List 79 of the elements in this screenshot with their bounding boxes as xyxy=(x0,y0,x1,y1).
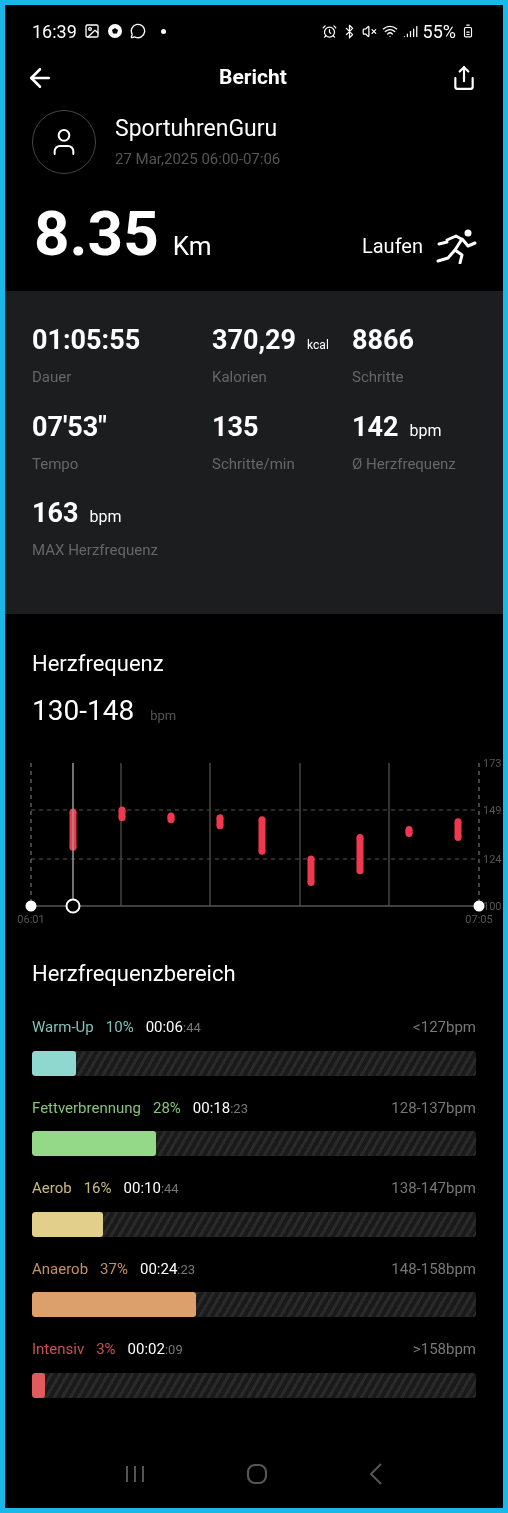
distance-unit: Km xyxy=(172,230,212,263)
mute-icon xyxy=(361,23,377,39)
range-bar xyxy=(118,810,126,818)
zone-name: Anaerob xyxy=(32,1258,89,1280)
stat-value: 07'53" xyxy=(32,410,107,443)
image-icon xyxy=(83,23,100,39)
section-title: Herzfrequenzbereich xyxy=(32,960,237,988)
distance-value: 8.35 xyxy=(34,203,159,265)
status-time: 16:39 xyxy=(32,19,77,44)
axis-start-dot xyxy=(25,900,37,912)
zone-time: 00:18:23 xyxy=(192,1097,248,1119)
heart-rate-range: 130-148 xyxy=(32,693,135,729)
y-tick-label: 124 xyxy=(483,853,502,866)
zone-percent: 37% xyxy=(100,1258,128,1280)
zone-time: 00:02:09 xyxy=(127,1339,183,1360)
axis-end-dot xyxy=(473,900,485,912)
zone-time: 00:24:23 xyxy=(139,1258,196,1280)
zone-range: <127bpm xyxy=(413,1017,476,1038)
recent-apps-icon[interactable] xyxy=(124,1464,147,1484)
stat-value: 142 xyxy=(352,410,399,443)
stat-value: 8866 xyxy=(352,324,414,356)
zone-percent: 10% xyxy=(105,1017,134,1038)
zone-percent: 3% xyxy=(96,1339,116,1360)
stat-value: 01:05:55 xyxy=(32,324,141,356)
stat-unit: bpm xyxy=(409,419,442,442)
section-title: Herzfrequenz xyxy=(32,650,165,678)
back-nav-icon[interactable] xyxy=(367,1462,384,1486)
zone-name: Aerob xyxy=(32,1178,72,1199)
stat-label: MAX Herzfrequenz xyxy=(32,540,159,561)
range-bar xyxy=(69,811,77,848)
chat-icon xyxy=(129,23,146,39)
battery-percent: 55% xyxy=(422,19,456,44)
stat-label: Schritte/min xyxy=(212,453,296,475)
range-bar xyxy=(167,815,175,820)
x-tick-label: 07:05 xyxy=(465,913,493,926)
zone-range: 148-158bpm xyxy=(391,1258,476,1280)
range-bar xyxy=(405,829,413,834)
zone-name: Warm-Up xyxy=(32,1017,94,1038)
y-tick-label: 149 xyxy=(483,804,502,817)
stat-label: Tempo xyxy=(32,453,80,475)
zone-name: Fettverbrennung xyxy=(32,1097,141,1119)
battery-icon xyxy=(461,24,475,38)
range-bar xyxy=(258,819,266,852)
stat-label: Schritte xyxy=(352,367,405,388)
home-icon[interactable] xyxy=(245,1462,269,1486)
ball-icon xyxy=(106,23,123,39)
stat-unit: bpm xyxy=(89,506,122,528)
zone-name: Intensiv xyxy=(32,1339,85,1360)
heart-rate-unit: bpm xyxy=(150,707,177,725)
zone-range: 128-137bpm xyxy=(391,1097,476,1119)
range-bar xyxy=(307,859,315,883)
zone-range: 138-147bpm xyxy=(391,1178,476,1199)
zone-percent: 16% xyxy=(83,1178,112,1199)
stat-value: 370,29 xyxy=(212,324,297,356)
range-bar xyxy=(216,817,224,826)
stat-value: 135 xyxy=(212,410,259,443)
stat-value: 163 xyxy=(32,497,79,529)
signal-icon xyxy=(402,23,418,39)
activity-type: Laufen xyxy=(361,233,423,260)
y-tick-label: 173 xyxy=(483,757,502,770)
zone-time: 00:10:44 xyxy=(123,1178,179,1199)
page-title: Bericht xyxy=(219,64,287,92)
zone-range: >158bpm xyxy=(412,1339,476,1360)
runner-icon xyxy=(435,228,477,264)
stat-label: Ø Herzfrequenz xyxy=(352,453,457,475)
range-bar xyxy=(454,821,462,838)
stat-label: Dauer xyxy=(32,367,73,388)
share-icon[interactable] xyxy=(451,65,477,91)
y-tick-label: 100 xyxy=(483,900,502,913)
user-name: SportuhrenGuru xyxy=(115,113,279,144)
zone-percent: 28% xyxy=(153,1097,181,1119)
range-bar xyxy=(356,837,364,871)
zone-time: 00:06:44 xyxy=(145,1017,201,1038)
wifi-icon xyxy=(381,23,398,39)
x-tick-label: 06:01 xyxy=(17,913,45,926)
alarm-icon xyxy=(321,23,337,39)
workout-date: 27 Mar,2025 06:00-07:06 xyxy=(115,148,281,170)
stat-label: Kalorien xyxy=(212,367,268,388)
stat-unit: kcal xyxy=(307,337,329,354)
